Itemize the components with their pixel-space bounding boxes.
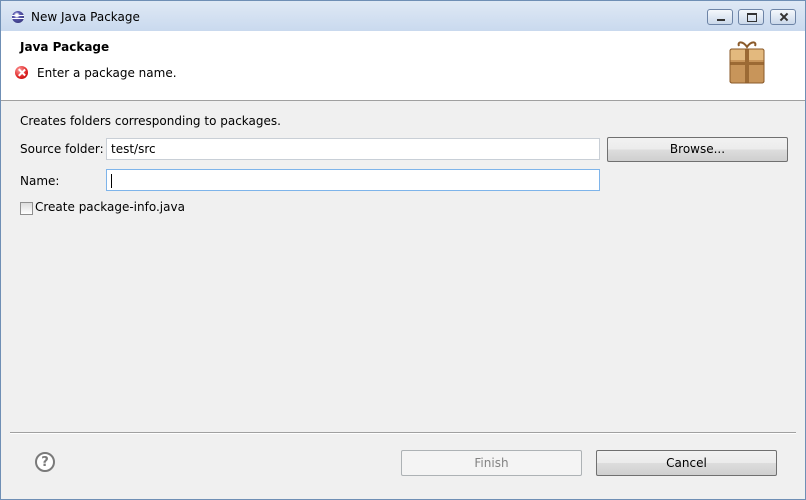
page-title: Java Package [20,40,110,54]
browse-button[interactable]: Browse... [607,137,788,162]
cancel-button[interactable]: Cancel [596,450,777,476]
error-message: Enter a package name. [37,66,177,80]
create-package-info-label[interactable]: Create package-info.java [35,200,185,214]
title-bar: New Java Package [1,1,805,31]
maximize-icon [739,10,763,24]
help-icon[interactable]: ? [35,452,55,472]
maximize-button[interactable] [738,9,764,25]
name-input[interactable] [106,169,600,191]
new-java-package-dialog: New Java Package Java Package Enter a pa… [0,0,806,500]
wizard-banner: Java Package Enter a package name. [1,31,805,101]
window-title: New Java Package [31,10,140,24]
create-package-info-checkbox[interactable] [20,202,33,215]
source-folder-label: Source folder: [20,142,104,156]
eclipse-icon [12,11,24,23]
footer-separator [10,432,796,434]
close-button[interactable] [770,9,796,25]
error-icon [15,66,28,79]
package-icon [729,41,765,84]
source-folder-input[interactable] [106,138,600,160]
text-caret [111,174,112,188]
close-icon [771,10,795,24]
page-description: Creates folders corresponding to package… [20,114,281,128]
name-label: Name: [20,174,60,188]
finish-button[interactable]: Finish [401,450,582,476]
minimize-icon [708,10,732,24]
minimize-button[interactable] [707,9,733,25]
